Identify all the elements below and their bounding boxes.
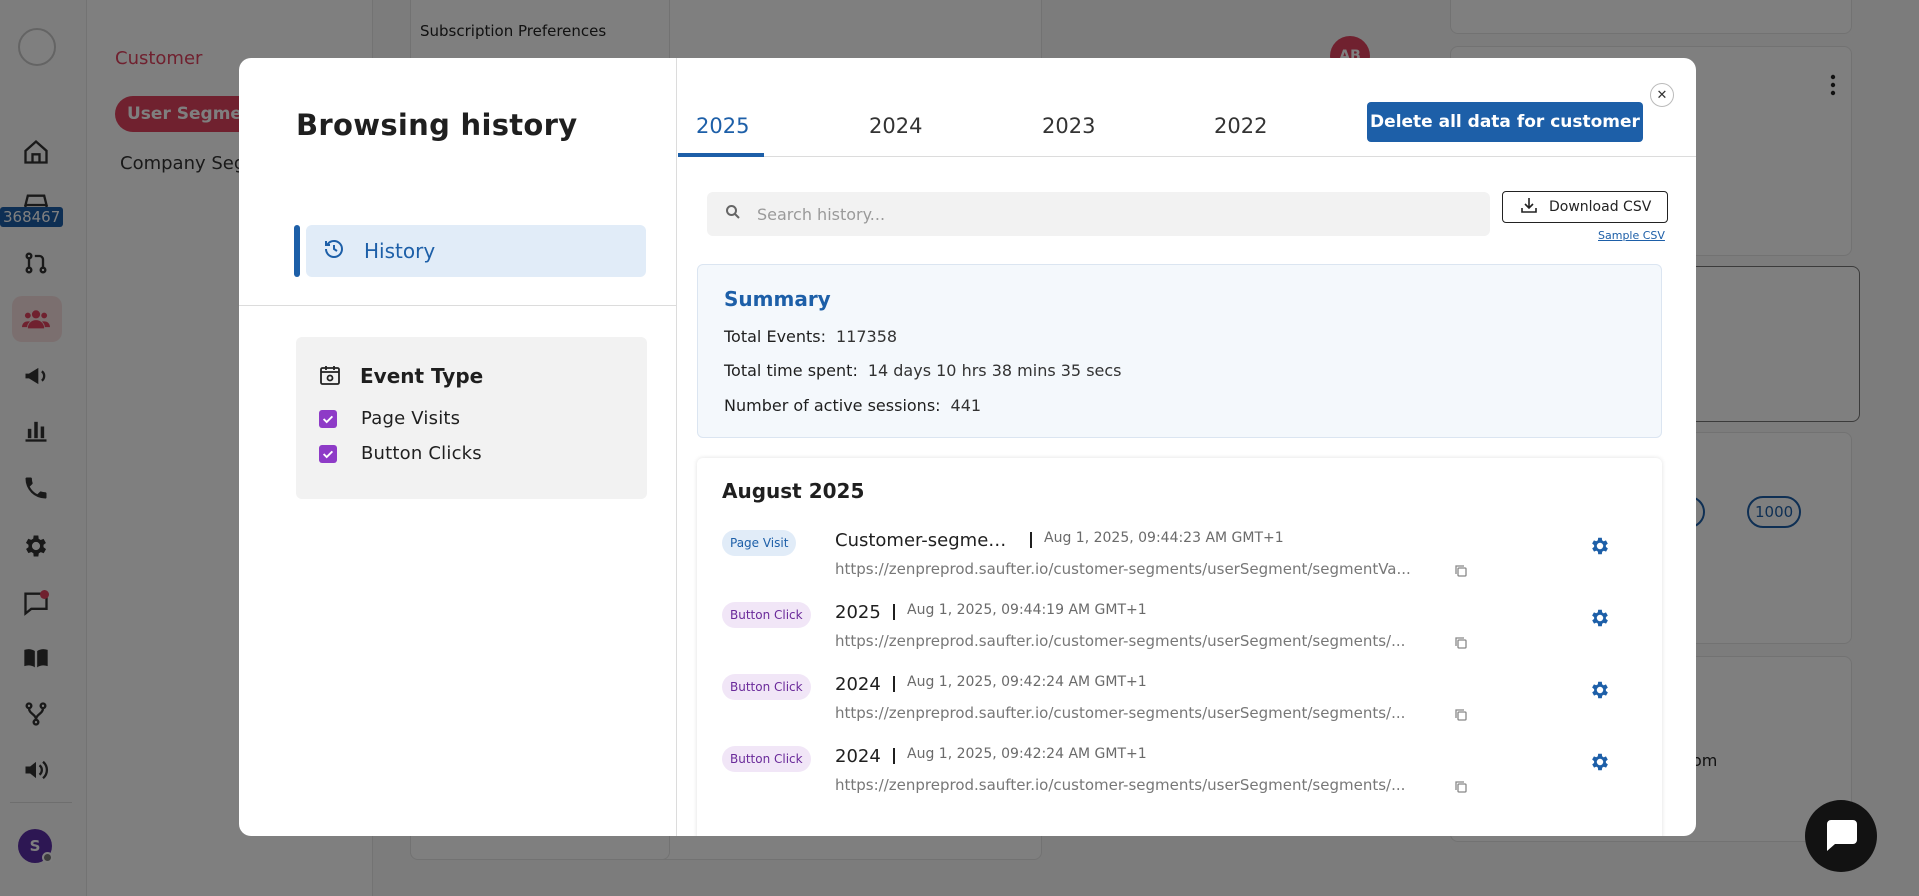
event-url[interactable]: https://zenpreprod.saufter.io/customer-s… xyxy=(835,560,1435,578)
tab-2023[interactable]: 2023 xyxy=(1042,114,1095,138)
history-nav-fill[interactable]: History xyxy=(306,225,646,277)
history-nav-button[interactable]: History xyxy=(294,225,646,277)
events-list: August 2025 Page Visit Customer-segme… A… xyxy=(697,458,1662,836)
event-name: 2024 xyxy=(835,746,881,767)
year-tabs: 2025 2024 2023 2022 Delete all data for … xyxy=(678,58,1696,157)
chat-bubble-icon xyxy=(1821,814,1861,858)
event-separator xyxy=(893,676,895,692)
total-events-value: 117358 xyxy=(836,327,898,346)
modal-right-pane: 2025 2024 2023 2022 Delete all data for … xyxy=(678,58,1696,836)
event-url[interactable]: https://zenpreprod.saufter.io/customer-s… xyxy=(835,704,1435,722)
summary-panel: Summary Total Events: 117358 Total time s… xyxy=(697,264,1662,438)
filter-button-clicks[interactable]: Button Clicks xyxy=(319,443,482,464)
sessions-value: 441 xyxy=(950,396,982,415)
browsing-history-modal: Browsing history History Event Type Page… xyxy=(239,58,1696,836)
copy-icon[interactable] xyxy=(1454,780,1468,794)
event-type-title: Event Type xyxy=(360,364,484,388)
button-clicks-label: Button Clicks xyxy=(361,443,482,464)
month-heading: August 2025 xyxy=(722,479,865,503)
event-name: Customer-segme… xyxy=(835,530,1007,551)
total-events-label: Total Events: xyxy=(724,327,827,346)
event-name: 2024 xyxy=(835,674,881,695)
list-item[interactable]: Button Click 2025 Aug 1, 2025, 09:44:19 … xyxy=(697,600,1662,662)
event-time: Aug 1, 2025, 09:42:24 AM GMT+1 xyxy=(907,674,1147,690)
search-input[interactable] xyxy=(757,204,1457,224)
summary-title: Summary xyxy=(724,287,831,311)
event-time: Aug 1, 2025, 09:44:23 AM GMT+1 xyxy=(1044,530,1284,546)
event-time: Aug 1, 2025, 09:42:24 AM GMT+1 xyxy=(907,746,1147,762)
tab-2025[interactable]: 2025 xyxy=(696,114,749,138)
gear-icon[interactable] xyxy=(1589,751,1611,773)
event-separator xyxy=(893,748,895,764)
left-divider xyxy=(239,305,677,306)
event-time: Aug 1, 2025, 09:44:19 AM GMT+1 xyxy=(907,602,1147,618)
total-time-value: 14 days 10 hrs 38 mins 35 secs xyxy=(867,361,1122,380)
gear-icon[interactable] xyxy=(1589,535,1611,557)
history-search[interactable] xyxy=(707,192,1490,236)
event-type-badge: Button Click xyxy=(722,674,811,700)
search-icon xyxy=(725,204,741,224)
chat-widget-button[interactable] xyxy=(1805,800,1877,872)
sample-csv-link[interactable]: Sample CSV xyxy=(1598,229,1665,242)
event-separator xyxy=(893,604,895,620)
sessions-row: Number of active sessions: 441 xyxy=(724,396,981,415)
total-events-row: Total Events: 117358 xyxy=(724,327,897,346)
filter-page-visits[interactable]: Page Visits xyxy=(319,408,460,429)
download-csv-label: Download CSV xyxy=(1549,199,1652,215)
event-separator xyxy=(1030,532,1032,548)
copy-icon[interactable] xyxy=(1454,636,1468,650)
delete-all-data-button[interactable]: Delete all data for customer xyxy=(1367,102,1643,142)
list-item[interactable]: Page Visit Customer-segme… Aug 1, 2025, … xyxy=(697,528,1662,590)
event-type-badge: Page Visit xyxy=(722,530,797,556)
download-csv-button[interactable]: Download CSV xyxy=(1502,191,1668,223)
list-item[interactable]: Button Click 2024 Aug 1, 2025, 09:42:24 … xyxy=(697,744,1662,806)
page-visits-label: Page Visits xyxy=(361,408,461,429)
copy-icon[interactable] xyxy=(1454,564,1468,578)
list-item[interactable]: Button Click 2024 Aug 1, 2025, 09:42:24 … xyxy=(697,672,1662,734)
button-clicks-checkbox[interactable] xyxy=(319,444,337,463)
total-time-row: Total time spent: 14 days 10 hrs 38 mins … xyxy=(724,361,1122,380)
history-nav-label: History xyxy=(364,239,436,263)
sessions-label: Number of active sessions: xyxy=(724,396,941,415)
event-url[interactable]: https://zenpreprod.saufter.io/customer-s… xyxy=(835,632,1435,650)
event-type-filter: Event Type Page Visits Button Clicks xyxy=(296,337,647,499)
total-time-label: Total time spent: xyxy=(724,361,858,380)
close-icon[interactable]: ✕ xyxy=(1650,83,1674,107)
tab-2022[interactable]: 2022 xyxy=(1214,114,1267,138)
tab-2024[interactable]: 2024 xyxy=(869,114,922,138)
modal-left-pane: Browsing history History Event Type Page… xyxy=(239,58,677,836)
history-icon xyxy=(322,237,346,265)
event-url[interactable]: https://zenpreprod.saufter.io/customer-s… xyxy=(835,776,1435,794)
copy-icon[interactable] xyxy=(1454,708,1468,722)
event-type-badge: Button Click xyxy=(722,746,811,772)
event-type-badge: Button Click xyxy=(722,602,811,628)
gear-icon[interactable] xyxy=(1589,607,1611,629)
page-visits-checkbox[interactable] xyxy=(319,409,337,428)
active-tab-underline xyxy=(678,153,764,157)
download-icon xyxy=(1519,195,1549,219)
modal-title: Browsing history xyxy=(296,108,578,142)
calendar-icon xyxy=(318,363,342,387)
history-active-indicator xyxy=(294,225,300,277)
gear-icon[interactable] xyxy=(1589,679,1611,701)
event-name: 2025 xyxy=(835,602,881,623)
